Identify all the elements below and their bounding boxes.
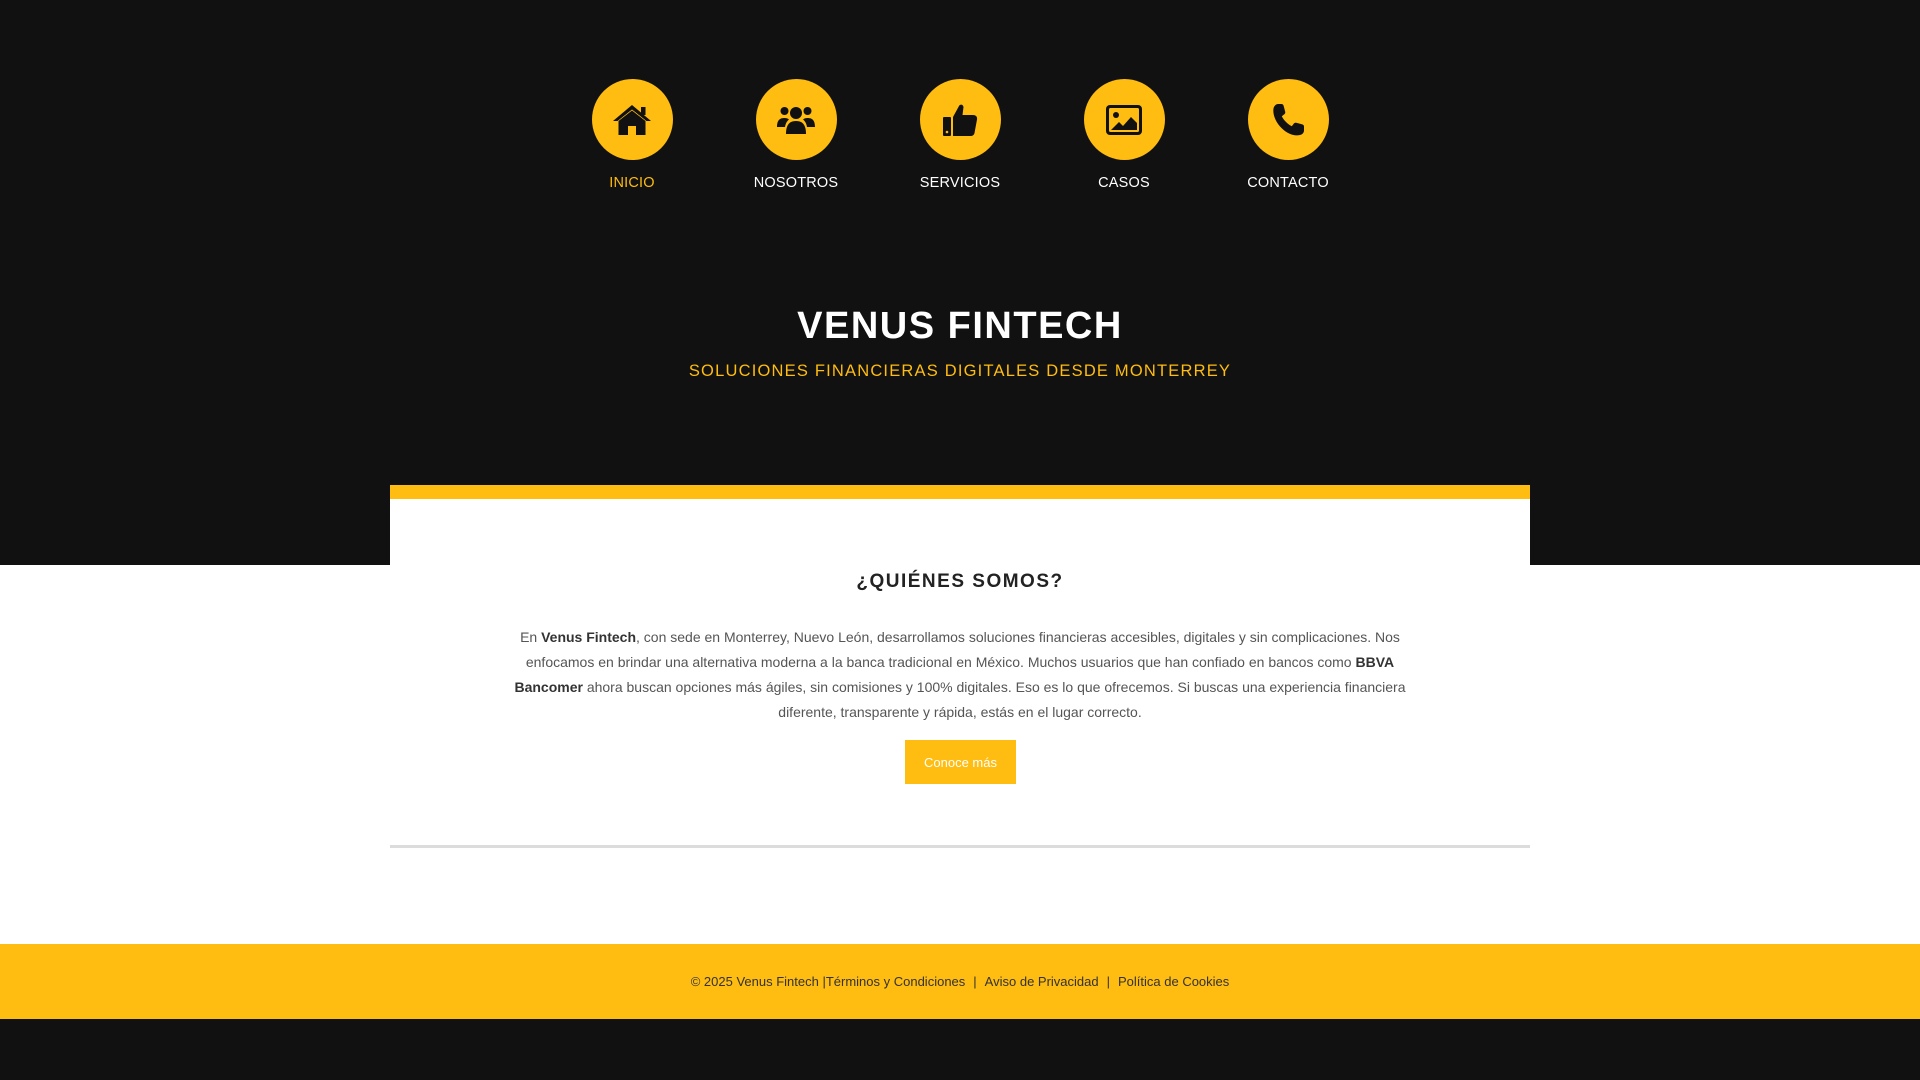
nav-label: CONTACTO xyxy=(1247,175,1329,191)
brand-name: Venus Fintech xyxy=(541,629,637,645)
nav-circle xyxy=(1247,79,1329,160)
nav-circle xyxy=(755,79,837,160)
cookies-link[interactable]: Política de Cookies xyxy=(1118,974,1229,989)
footer: © 2025 Venus Fintech | Términos y Condic… xyxy=(0,944,1920,1019)
privacy-link[interactable]: Aviso de Privacidad xyxy=(985,974,1099,989)
nav-item-casos[interactable]: CASOS xyxy=(1049,79,1199,191)
main-nav: INICIO NOSOTROS SERVICIOS CASOS CONTACTO xyxy=(0,79,1920,199)
site-subtitle: SOLUCIONES FINANCIERAS DIGITALES DESDE M… xyxy=(688,362,1232,380)
nav-label: CASOS xyxy=(1098,175,1150,191)
about-card: ¿QUIÉNES SOMOS? En Venus Fintech, con se… xyxy=(390,485,1530,848)
about-text-part: En xyxy=(520,629,542,645)
nav-label: SERVICIOS xyxy=(919,175,1001,191)
nav-circle xyxy=(1083,79,1165,160)
thumbs-up-icon xyxy=(943,104,978,136)
learn-more-button[interactable]: Conoce más xyxy=(905,740,1016,784)
site-title: VENUS FINTECH xyxy=(797,305,1123,347)
image-icon xyxy=(1106,104,1142,135)
nav-circle xyxy=(919,79,1001,160)
about-text: En Venus Fintech, con sede en Monterrey,… xyxy=(508,625,1412,725)
nav-item-contacto[interactable]: CONTACTO xyxy=(1213,79,1363,191)
about-text-part: ahora buscan opciones más ágiles, sin co… xyxy=(582,679,1406,720)
home-icon xyxy=(613,104,651,135)
phone-icon xyxy=(1273,103,1304,135)
nav-item-inicio[interactable]: INICIO xyxy=(557,79,707,191)
header-section: INICIO NOSOTROS SERVICIOS CASOS CONTACTO… xyxy=(0,0,1920,565)
footer-separator: | xyxy=(973,974,977,989)
nav-label: NOSOTROS xyxy=(753,175,839,191)
nav-item-nosotros[interactable]: NOSOTROS xyxy=(721,79,871,191)
footer-copyright: © 2025 Venus Fintech | xyxy=(690,974,826,989)
footer-separator: | xyxy=(1106,974,1110,989)
about-text-part: , con sede en Monterrey, Nuevo León, des… xyxy=(525,629,1400,670)
nav-circle xyxy=(591,79,673,160)
about-title: ¿QUIÉNES SOMOS? xyxy=(856,571,1064,592)
nav-label: INICIO xyxy=(609,175,655,191)
nav-item-servicios[interactable]: SERVICIOS xyxy=(885,79,1035,191)
users-icon xyxy=(777,106,815,134)
terms-link[interactable]: Términos y Condiciones xyxy=(826,974,965,989)
